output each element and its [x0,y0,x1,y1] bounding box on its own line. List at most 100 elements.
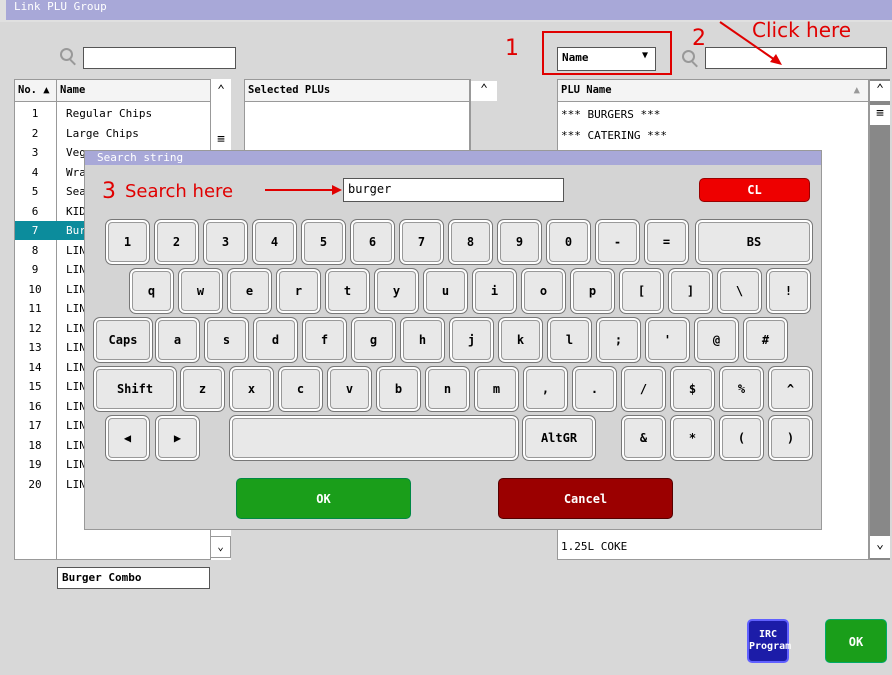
key-row3-12[interactable]: @ [694,317,739,363]
key-row3-3[interactable]: d [253,317,298,363]
key-row3-11[interactable]: ' [645,317,690,363]
search-string-input[interactable]: burger [343,178,564,202]
scroll-up-icon[interactable]: ⌃ [870,81,890,101]
key-row4-11[interactable]: $ [670,366,715,412]
col-header-no[interactable]: No. ▲ [15,80,57,102]
key-row4-6[interactable]: n [425,366,470,412]
key-row2-13[interactable]: ! [766,268,811,314]
row-number: 12 [28,321,42,335]
row-number: 13 [28,341,42,354]
search-icon[interactable] [682,50,700,68]
key-row2-4[interactable]: t [325,268,370,314]
key-row1-1[interactable]: 2 [154,219,199,265]
plu-row[interactable]: 1.25L COKE [561,537,627,556]
key-row3-7[interactable]: j [449,317,494,363]
key-row2-0[interactable]: q [129,268,174,314]
row-name: Bur [66,224,86,237]
key-row2-3[interactable]: r [276,268,321,314]
col-header-name[interactable]: Name [57,80,230,102]
key-caps[interactable]: Caps [93,317,153,363]
key-row2-5[interactable]: y [374,268,419,314]
key-row4-10[interactable]: / [621,366,666,412]
scroll-up-icon[interactable]: ⌃ [211,82,231,100]
key-row4-7[interactable]: m [474,366,519,412]
key-row3-10[interactable]: ; [596,317,641,363]
key-row1-7[interactable]: 8 [448,219,493,265]
key-row3-13[interactable]: # [743,317,788,363]
key-row3-8[interactable]: k [498,317,543,363]
key-row1-4[interactable]: 5 [301,219,346,265]
key-row1-9[interactable]: 0 [546,219,591,265]
key-row2-7[interactable]: i [472,268,517,314]
key-row2-1[interactable]: w [178,268,223,314]
key-row4-13[interactable]: ^ [768,366,813,412]
key-row1-0[interactable]: 1 [105,219,150,265]
key-row1-11[interactable]: = [644,219,689,265]
key-row1-2[interactable]: 3 [203,219,248,265]
key-row1-10[interactable]: - [595,219,640,265]
scroll-up-icon[interactable]: ⌃ [471,81,497,101]
key-row4-4[interactable]: v [327,366,372,412]
key-row3-6[interactable]: h [400,317,445,363]
dropdown-chevron-icon[interactable]: ⌄ [210,536,231,558]
key-row2-11[interactable]: ] [668,268,713,314]
key-row5-0[interactable]: & [621,415,666,461]
key-altgr[interactable]: AltGR [522,415,596,461]
key-row2-10[interactable]: [ [619,268,664,314]
row-number: 2 [31,126,39,140]
scroll-thumb-icon[interactable]: ≡ [211,131,231,149]
row-number: 17 [28,419,42,432]
key-row3-9[interactable]: l [547,317,592,363]
key-row4-9[interactable]: . [572,366,617,412]
key-row2-8[interactable]: o [521,268,566,314]
plu-row[interactable]: *** CATERING *** [561,126,667,145]
key-row1-8[interactable]: 9 [497,219,542,265]
key-row4-3[interactable]: c [278,366,323,412]
plu-list-scrollbar[interactable]: ⌃ ≡ ⌄ [869,79,890,560]
row-name: LIN [66,302,86,315]
irc-program-button[interactable]: IRC Program [747,619,791,663]
key-row2-12[interactable]: \ [717,268,762,314]
key-row5-2[interactable]: ( [719,415,764,461]
ok-button[interactable]: OK [825,619,887,663]
clear-button[interactable]: CL [699,178,810,202]
arrow-right-icon[interactable]: ▶ [155,415,200,461]
key-row5-3[interactable]: ) [768,415,813,461]
plu-name-header[interactable]: PLU Name ▲ [558,80,868,102]
row-name: LIN [66,263,86,276]
table-row[interactable]: 1 Regular Chips [15,104,211,123]
search-icon[interactable] [60,48,78,66]
key-row4-12[interactable]: % [719,366,764,412]
key-row4-8[interactable]: , [523,366,568,412]
selected-plus-scrollbar[interactable]: ⌃ [470,79,497,159]
group-name-field[interactable]: Burger Combo [57,567,210,589]
key-row3-4[interactable]: f [302,317,347,363]
key-space[interactable] [229,415,519,461]
arrow-left-icon[interactable]: ◀ [105,415,150,461]
key-row2-9[interactable]: p [570,268,615,314]
key-row1-3[interactable]: 4 [252,219,297,265]
key-row4-1[interactable]: z [180,366,225,412]
group-search-input[interactable] [83,47,236,69]
key-row4-2[interactable]: x [229,366,274,412]
dialog-cancel-button[interactable]: Cancel [498,478,673,519]
key-row1-5[interactable]: 6 [350,219,395,265]
scroll-down-icon[interactable]: ⌄ [870,536,890,558]
key-row1-6[interactable]: 7 [399,219,444,265]
key-row2-2[interactable]: e [227,268,272,314]
key-row2-6[interactable]: u [423,268,468,314]
plu-row[interactable]: *** BURGERS *** [561,105,660,124]
key-row3-1[interactable]: a [155,317,200,363]
plu-search-input[interactable] [705,47,887,69]
key-row4-5[interactable]: b [376,366,421,412]
row-number: 16 [28,399,42,413]
key-row3-2[interactable]: s [204,317,249,363]
key-backspace[interactable]: BS [695,219,813,265]
key-shift[interactable]: Shift [93,366,177,412]
key-row5-1[interactable]: * [670,415,715,461]
dialog-ok-button[interactable]: OK [236,478,411,519]
scroll-thumb-icon[interactable]: ≡ [870,105,890,125]
table-row[interactable]: 2 Large Chips [15,124,211,143]
key-row3-5[interactable]: g [351,317,396,363]
row-number: 5 [31,185,39,198]
